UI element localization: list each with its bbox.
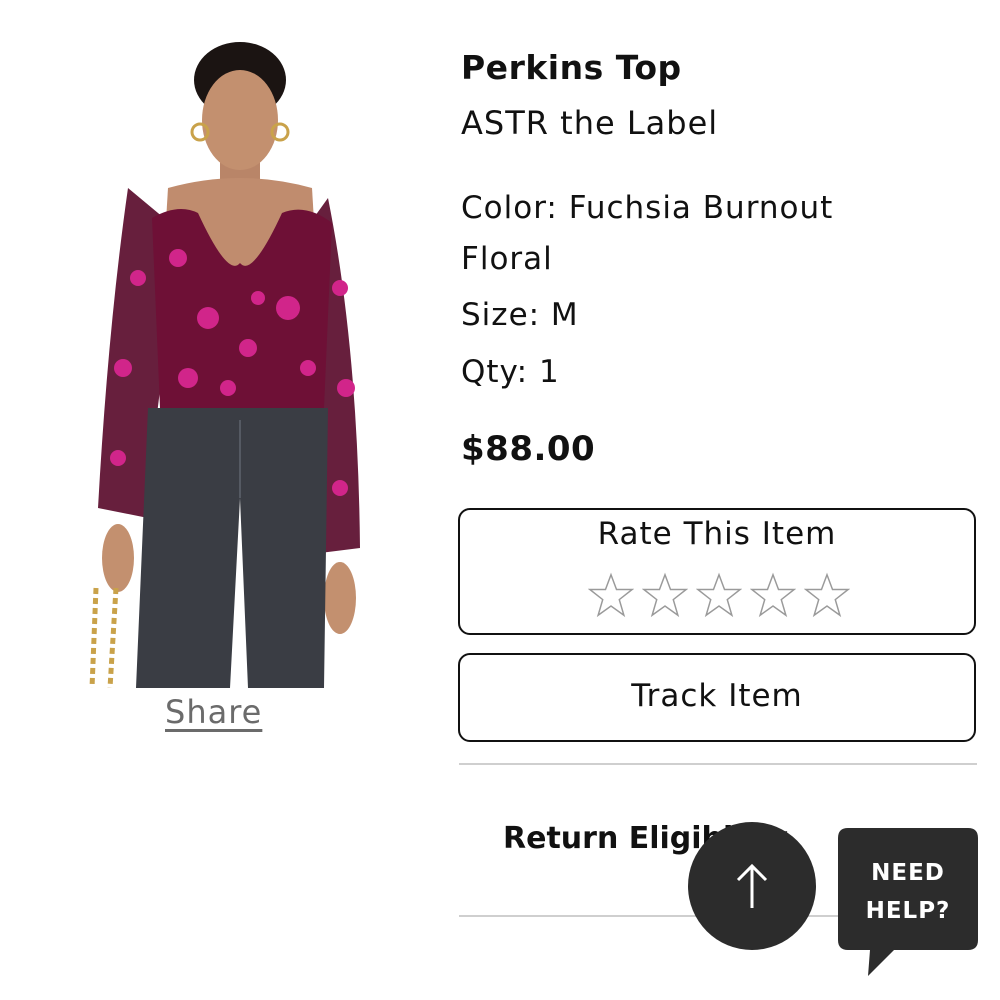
track-item-label: Track Item [631,678,803,714]
need-help-line1: NEED [871,860,945,886]
product-size: Size: M [461,297,579,333]
arrow-up-icon [736,863,768,908]
product-brand: ASTR the Label [461,104,719,142]
product-price: $88.00 [461,429,596,469]
star-icon[interactable] [804,572,850,618]
need-help-button[interactable]: NEED HELP? [838,828,978,978]
scroll-to-top-button[interactable] [688,822,816,950]
star-rating[interactable] [588,572,850,618]
rate-item-title: Rate This Item [597,516,837,552]
star-icon[interactable] [750,572,796,618]
star-icon[interactable] [642,572,688,618]
share-link[interactable]: Share [165,693,262,731]
rate-item-card: Rate This Item [458,508,976,635]
star-icon[interactable] [588,572,634,618]
product-qty: Qty: 1 [461,354,560,390]
divider [459,763,977,765]
need-help-line2: HELP? [865,898,951,924]
product-color: Color: Fuchsia Burnout Floral [461,190,834,277]
product-name: Perkins Top [461,48,682,87]
product-image[interactable] [78,28,378,689]
track-item-button[interactable]: Track Item [458,653,976,742]
star-icon[interactable] [696,572,742,618]
